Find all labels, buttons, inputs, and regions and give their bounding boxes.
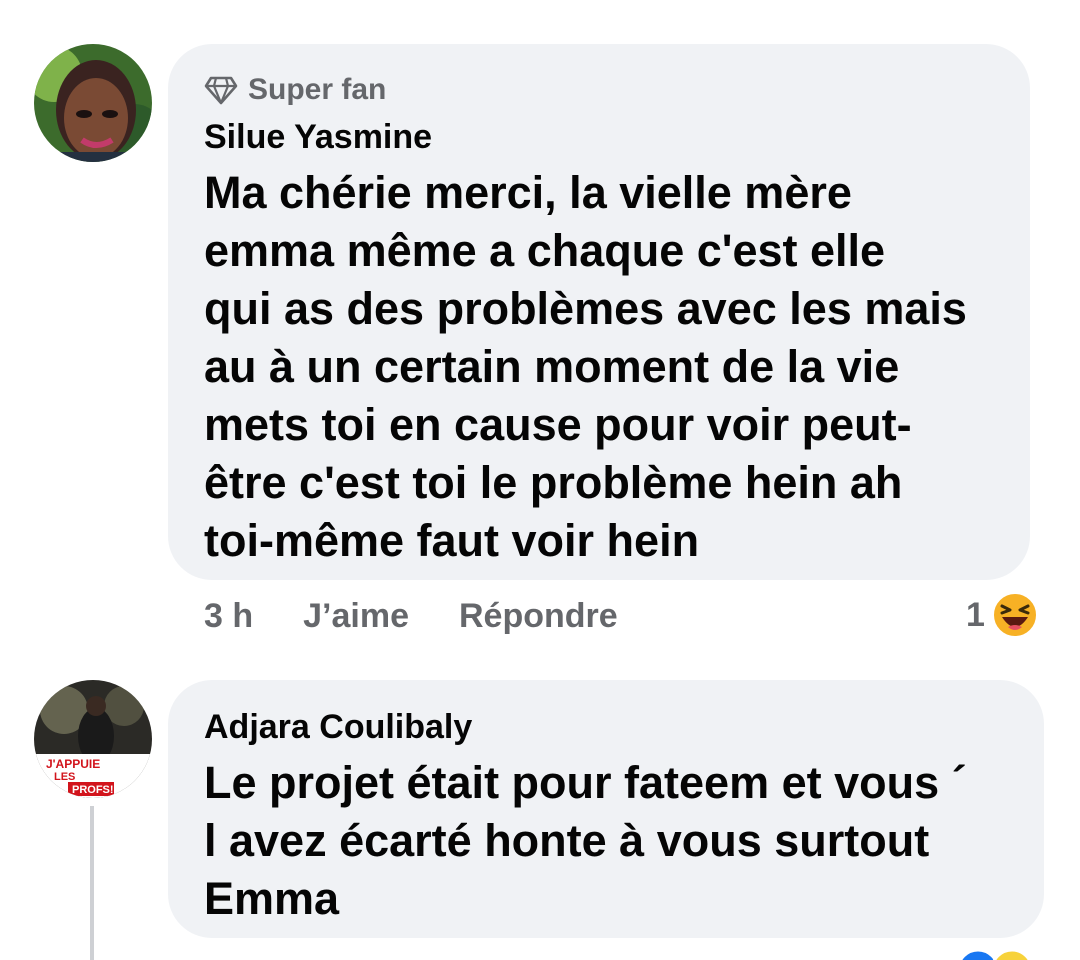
badge-label: Super fan xyxy=(248,73,387,106)
author-name[interactable]: Adjara Coulibaly xyxy=(204,706,1010,748)
comment-text: Ma chérie merci, la vielle mère emma mêm… xyxy=(204,167,967,566)
like-button[interactable]: J’aime xyxy=(303,597,409,636)
avatar-caption-3: PROFS! xyxy=(72,784,114,796)
laughing-emoji-icon xyxy=(991,592,1038,638)
comment-actions: 3 h J’aime Répondre xyxy=(204,596,668,636)
author-name[interactable]: Silue Yasmine xyxy=(204,116,996,158)
profile-photo-icon: J'APPUIE LES PROFS! xyxy=(34,680,152,798)
thread-line xyxy=(90,806,94,960)
super-fan-badge: Super fan xyxy=(204,70,996,110)
diamond-icon xyxy=(204,76,238,105)
avatar[interactable] xyxy=(34,44,152,162)
avatar-caption-2: LES xyxy=(54,771,75,783)
reaction-icons-partial[interactable] xyxy=(954,946,1050,960)
comment-bubble[interactable]: Adjara Coulibaly Le projet était pour fa… xyxy=(168,680,1044,938)
like-and-haha-icons xyxy=(958,948,1032,960)
timestamp[interactable]: 3 h xyxy=(204,597,253,636)
avatar-caption-1: J'APPUIE xyxy=(46,757,100,771)
profile-photo-icon xyxy=(34,44,152,162)
reaction-summary[interactable]: 1 xyxy=(966,590,1039,640)
comment-text: Le projet était pour fateem et vous ´ l … xyxy=(204,757,967,924)
avatar[interactable]: J'APPUIE LES PROFS! xyxy=(34,680,152,798)
comment-bubble[interactable]: Super fan Silue Yasmine Ma chérie merci,… xyxy=(168,44,1030,580)
reply-button[interactable]: Répondre xyxy=(459,597,618,636)
reaction-count: 1 xyxy=(966,595,985,634)
